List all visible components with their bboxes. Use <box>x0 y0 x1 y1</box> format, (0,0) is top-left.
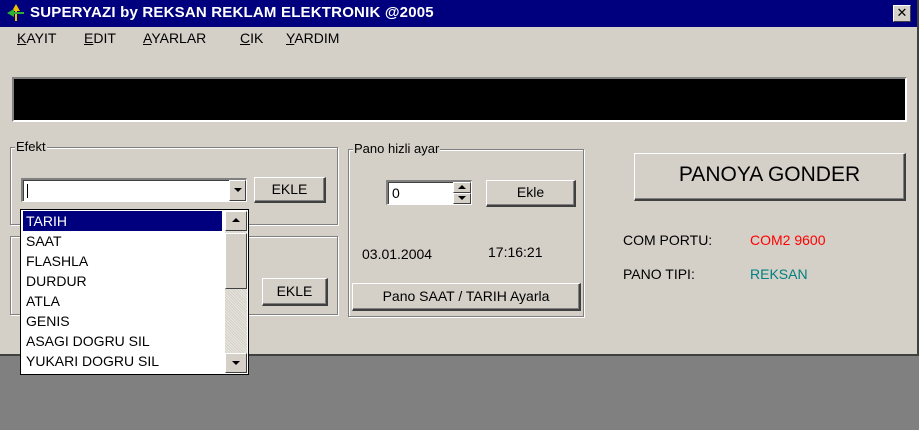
spin-up-button[interactable] <box>453 182 471 193</box>
pano-ekle-button[interactable]: Ekle <box>486 180 576 207</box>
efekt-combo-arrow-button[interactable] <box>229 180 246 201</box>
pano-spin-value: 0 <box>392 185 400 201</box>
scroll-down-button[interactable] <box>225 353 247 373</box>
dropdown-option[interactable]: SAAT <box>23 231 222 251</box>
dropdown-option[interactable]: DURDUR <box>23 271 222 291</box>
scroll-thumb[interactable] <box>225 233 247 289</box>
pano-saat-tarih-button[interactable]: Pano SAAT / TARIH Ayarla <box>352 283 581 311</box>
dropdown-scrollbar[interactable] <box>225 211 247 373</box>
window-title: SUPERYAZI by REKSAN REKLAM ELEKTRONIK @2… <box>30 4 434 21</box>
led-display-panel <box>12 77 907 122</box>
close-icon: ✕ <box>896 6 908 21</box>
pano-hizli-legend: Pano hizli ayar <box>353 141 441 156</box>
menu-ayarlar[interactable]: AYARLAR <box>143 30 206 46</box>
efekt-legend: Efekt <box>15 139 47 154</box>
scroll-up-button[interactable] <box>225 211 247 231</box>
efekt-ekle-button[interactable]: EKLE <box>254 177 326 203</box>
dropdown-option[interactable]: TARIH <box>23 211 222 231</box>
efekt-dropdown-list[interactable]: TARIH SAAT FLASHLA DURDUR ATLA GENIS ASAGI DOG… <box>20 209 249 375</box>
chevron-down-icon <box>234 188 242 192</box>
dropdown-option[interactable]: ASAGI DOGRU SIL <box>23 331 222 351</box>
pano-spin-input[interactable]: 0 <box>386 180 472 205</box>
efekt-combo[interactable] <box>21 178 247 202</box>
menu-edit[interactable]: EDIT <box>84 30 116 46</box>
pano-date: 03.01.2004 <box>362 246 433 262</box>
chevron-up-icon <box>458 185 466 189</box>
chevron-down-icon <box>458 196 466 200</box>
dropdown-option[interactable]: GENIS <box>23 311 222 331</box>
com-portu-label: COM PORTU: <box>623 232 713 248</box>
panoya-gonder-button[interactable]: PANOYA GONDER <box>634 153 906 201</box>
com-portu-value: COM2 9600 <box>750 232 826 248</box>
close-button[interactable]: ✕ <box>893 5 911 22</box>
text-caret <box>27 184 28 198</box>
pano-time: 17:16:21 <box>488 244 543 260</box>
menu-cik[interactable]: CIK <box>240 30 263 46</box>
dropdown-option[interactable]: YUKARI DOGRU SIL <box>23 351 222 371</box>
spin-buttons <box>453 182 471 204</box>
pano-tipi-label: PANO TIPI: <box>623 266 695 282</box>
second-ekle-button[interactable]: EKLE <box>262 278 328 306</box>
chevron-up-icon <box>232 218 240 222</box>
dropdown-option[interactable]: FLASHLA <box>23 251 222 271</box>
title-bar[interactable]: SUPERYAZI by REKSAN REKLAM ELEKTRONIK @2… <box>0 0 917 27</box>
menu-yardim[interactable]: YARDIM <box>286 30 339 46</box>
menu-kayit[interactable]: KAYIT <box>17 30 56 46</box>
dropdown-option[interactable]: ATLA <box>23 291 222 311</box>
app-logo-icon <box>6 3 26 23</box>
pano-tipi-value: REKSAN <box>750 266 808 282</box>
spin-down-button[interactable] <box>453 193 471 204</box>
chevron-down-icon <box>232 361 240 365</box>
menu-bar: KAYIT EDIT AYARLAR CIK YARDIM <box>0 27 917 49</box>
